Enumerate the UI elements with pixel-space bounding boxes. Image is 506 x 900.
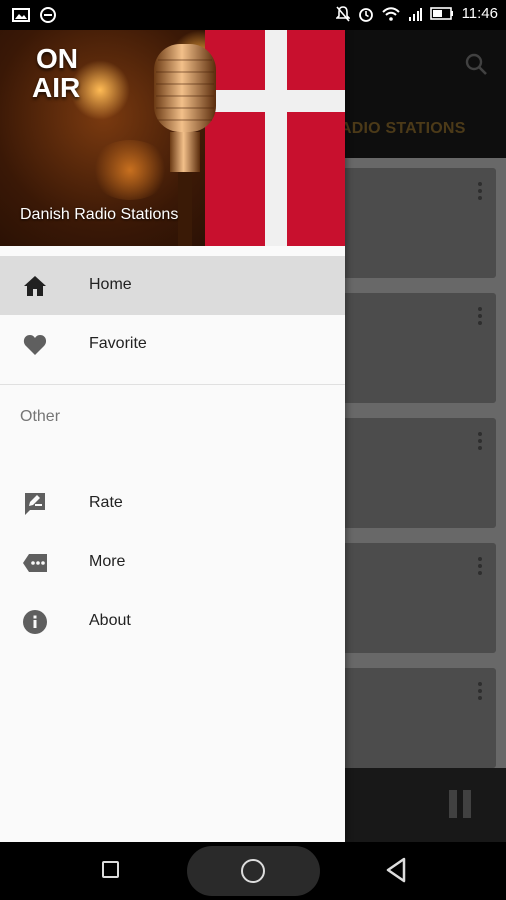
signal-icon [408, 7, 422, 21]
image-icon [12, 8, 30, 22]
more-tag-icon [23, 554, 47, 572]
drawer-title: Danish Radio Stations [20, 206, 179, 223]
alarm-icon [358, 7, 373, 22]
drawer-item-home[interactable]: Home [0, 256, 345, 315]
drawer-item-about[interactable]: About [0, 592, 345, 651]
rate-icon [25, 493, 45, 515]
status-time: 11:46 [461, 5, 498, 22]
navigation-drawer: ON AIR Danish Radio Stations Home Favori… [0, 30, 345, 842]
drawer-item-more[interactable]: More [0, 533, 345, 592]
drawer-item-label: Home [89, 276, 132, 293]
info-icon [23, 610, 47, 634]
wifi-icon [381, 6, 400, 21]
back-button[interactable] [385, 857, 407, 883]
danish-flag [205, 30, 345, 246]
recents-button[interactable] [102, 861, 119, 878]
heart-icon [23, 335, 47, 355]
drawer-section-label: Other [20, 408, 61, 425]
drawer-item-rate[interactable]: Rate [0, 474, 345, 533]
drawer-item-favorite[interactable]: Favorite [0, 315, 345, 374]
drawer-header: ON AIR Danish Radio Stations [0, 30, 345, 246]
minus-circle-icon [40, 7, 56, 23]
drawer-item-label: Rate [89, 494, 123, 511]
drawer-item-label: About [89, 612, 131, 629]
on-air-badge: ON AIR [32, 43, 81, 103]
drawer-divider [0, 384, 345, 385]
system-nav-bar [0, 842, 506, 900]
battery-icon [429, 7, 453, 20]
drawer-item-label: More [89, 553, 126, 570]
home-circle-icon [241, 859, 265, 883]
drawer-item-label: Favorite [89, 335, 147, 352]
home-icon [24, 276, 46, 296]
mute-icon [335, 5, 350, 22]
status-bar: 11:46 [0, 0, 506, 30]
